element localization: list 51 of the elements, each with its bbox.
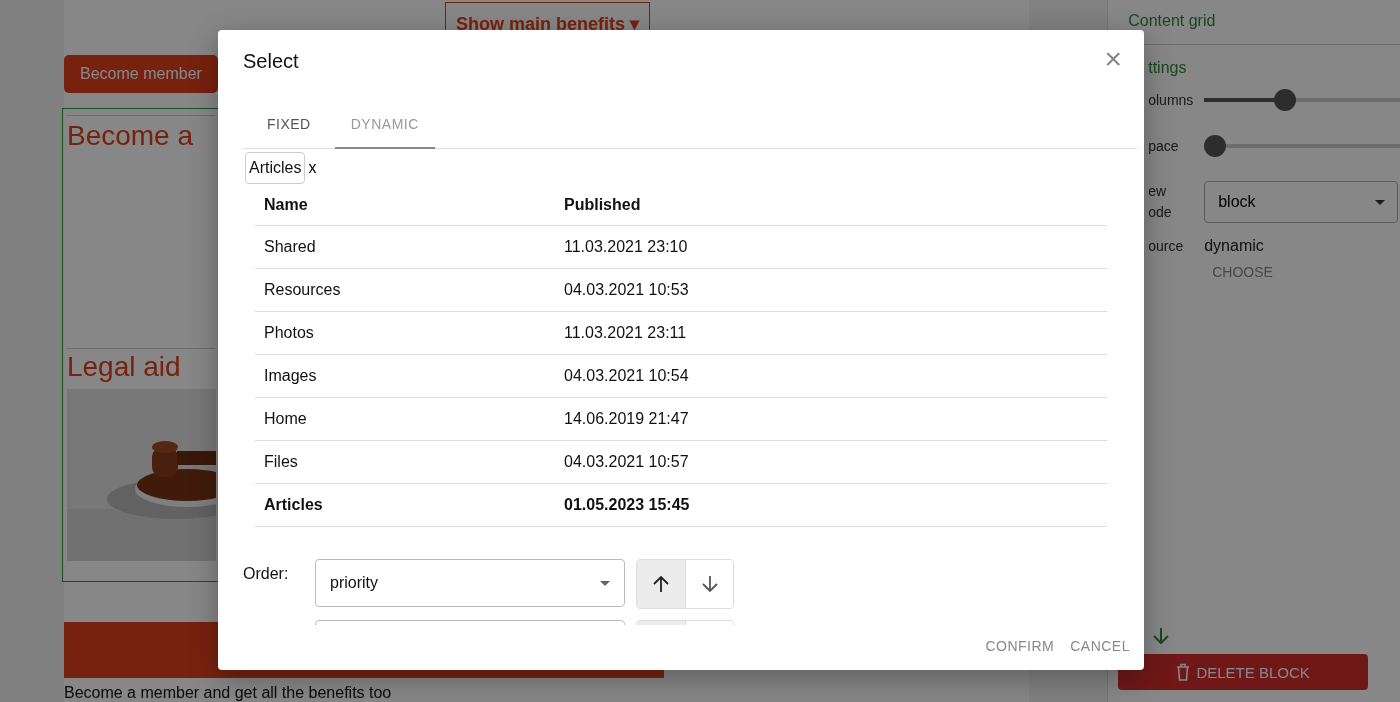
caret-icon bbox=[600, 580, 610, 586]
source-value: dynamic bbox=[1204, 237, 1264, 255]
slider-label: olumns bbox=[1148, 92, 1195, 108]
table-cell-text: 11.03.2021 23:10 bbox=[563, 238, 688, 256]
column-header: Published bbox=[563, 195, 641, 214]
footer-text: Become a member and get all the benefits too bbox=[63, 684, 393, 702]
dialog-action-button[interactable]: CONFIRM bbox=[979, 638, 1061, 654]
tab[interactable]: FIXED bbox=[243, 101, 335, 149]
table-cell-text: 04.03.2021 10:57 bbox=[563, 453, 689, 471]
table-cell-text: 01.05.2023 15:45 bbox=[563, 496, 690, 514]
table-cell-text: Home bbox=[263, 410, 308, 428]
view-mode-select[interactable]: block bbox=[1204, 181, 1398, 223]
source-label: ource bbox=[1148, 238, 1185, 254]
up-arrow-icon bbox=[651, 574, 671, 594]
table-cell-text: 11.03.2021 23:11 bbox=[563, 324, 687, 342]
table-cell-text: 04.03.2021 10:53 bbox=[563, 281, 689, 299]
section-heading: Legal aid bbox=[66, 347, 215, 383]
filter-chip[interactable]: Articles bbox=[245, 152, 306, 184]
table-row[interactable]: Home 14.06.2019 21:47 bbox=[255, 398, 1107, 441]
card-heading: Become a bbox=[66, 114, 215, 152]
section-title: ttings bbox=[1148, 59, 1187, 77]
trash-icon bbox=[1176, 663, 1191, 681]
remove-chip-button[interactable]: x bbox=[308, 159, 317, 177]
slider-label: pace bbox=[1148, 138, 1180, 154]
view-mode-label: ew ode bbox=[1148, 182, 1173, 222]
table-cell-text: Files bbox=[263, 453, 299, 471]
order-select[interactable]: priority bbox=[315, 559, 625, 607]
dialog-action-button[interactable]: CANCEL bbox=[1064, 638, 1136, 654]
descending-button[interactable] bbox=[685, 560, 733, 608]
table-row[interactable]: Photos 11.03.2021 23:11 bbox=[255, 312, 1107, 355]
ascending-button[interactable] bbox=[637, 560, 685, 608]
table-row[interactable]: Files 04.03.2021 10:57 bbox=[255, 441, 1107, 484]
caret-icon bbox=[1375, 199, 1385, 205]
table-row[interactable]: Articles 01.05.2023 15:45 bbox=[255, 484, 1107, 527]
table-row[interactable]: Shared 11.03.2021 23:10 bbox=[255, 226, 1107, 269]
table-cell-text: Photos bbox=[263, 324, 315, 342]
slider-thumb[interactable] bbox=[1204, 135, 1227, 157]
table-cell-text: Resources bbox=[263, 281, 342, 299]
down-arrow-icon bbox=[699, 574, 720, 594]
order-label: Order: bbox=[243, 564, 290, 584]
slider-thumb[interactable] bbox=[1273, 89, 1296, 111]
table-cell-text: 14.06.2019 21:47 bbox=[563, 410, 689, 428]
table-cell-text: Articles bbox=[263, 496, 324, 514]
dialog-title: Select bbox=[243, 50, 299, 73]
table-row[interactable]: Images 04.03.2021 10:54 bbox=[255, 355, 1107, 398]
table-cell-text: Images bbox=[263, 367, 318, 385]
down-arrow-icon[interactable] bbox=[1151, 626, 1172, 646]
table-cell-text: 04.03.2021 10:54 bbox=[563, 367, 689, 385]
table-cell-text: Shared bbox=[263, 238, 317, 256]
table-row[interactable]: Resources 04.03.2021 10:53 bbox=[255, 269, 1107, 312]
column-header: Name bbox=[263, 195, 309, 214]
